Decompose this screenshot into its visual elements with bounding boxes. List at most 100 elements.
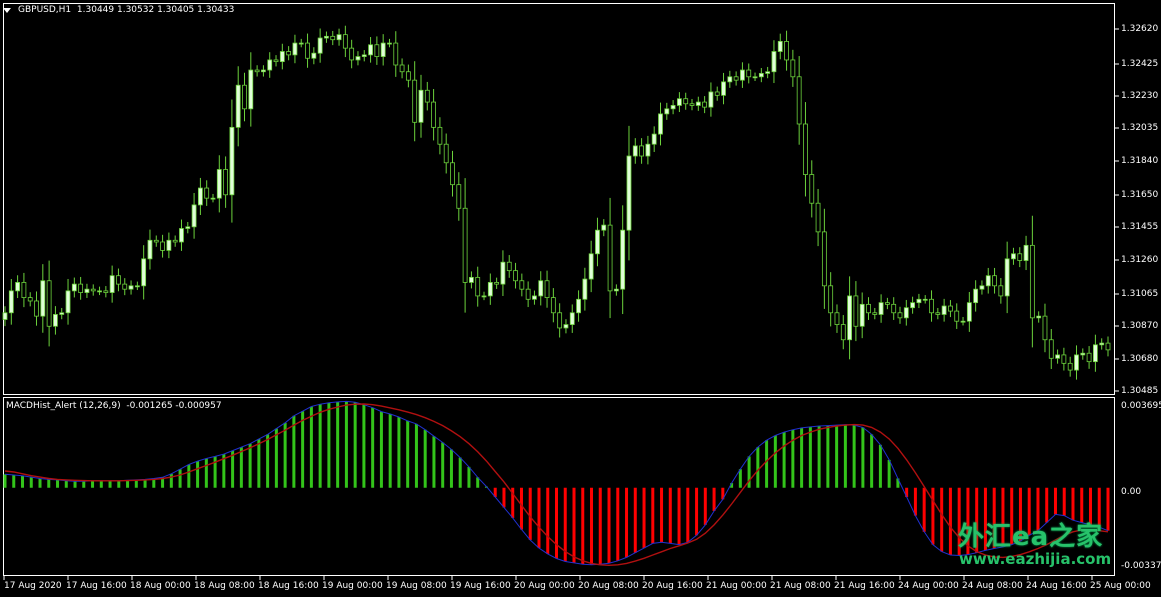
macd-bar-positive — [82, 481, 86, 488]
macd-bar-positive — [117, 480, 121, 488]
bear-candle — [116, 275, 121, 285]
bull-candle — [380, 42, 386, 57]
bear-candle — [204, 187, 210, 199]
macd-axis-label: 0.003695 — [1121, 401, 1161, 411]
macd-bar-negative — [519, 487, 523, 530]
macd-bar-positive — [406, 420, 410, 488]
bull-candle — [179, 228, 184, 243]
bull-candle — [758, 73, 764, 78]
bull-candle — [576, 298, 581, 314]
macd-bar-negative — [555, 487, 558, 559]
chart-window[interactable]: GBPUSD,H1 1.30449 1.30532 1.30405 1.3043… — [0, 0, 1161, 597]
macd-bar-negative — [660, 487, 664, 543]
bull-candle — [40, 280, 46, 317]
bull-candle — [53, 314, 58, 327]
bull-candle — [569, 312, 575, 325]
bear-candle — [1048, 339, 1054, 359]
bear-candle — [815, 202, 821, 233]
bear-candle — [1042, 315, 1048, 341]
price-axis-label: 1.30485 — [1121, 386, 1159, 396]
price-panel-frame — [3, 3, 1115, 395]
bear-candle — [948, 305, 953, 312]
bull-candle — [65, 290, 71, 314]
bear-candle — [286, 51, 292, 56]
bear-candle — [714, 91, 720, 96]
bear-candle — [790, 59, 796, 78]
watermark-chinese: 外汇ea之家 — [958, 522, 1104, 552]
macd-bar-positive — [432, 436, 436, 488]
macd-bar-positive — [64, 480, 68, 488]
macd-bar-negative — [948, 487, 952, 556]
bear-candle — [475, 276, 481, 297]
bull-candle — [71, 283, 77, 292]
bull-candle — [645, 143, 651, 157]
bear-candle — [746, 69, 752, 78]
bull-candle — [752, 76, 758, 79]
macd-histogram-layer — [3, 401, 1110, 565]
bull-candle — [317, 37, 323, 54]
bear-candle — [733, 76, 739, 81]
bear-candle — [424, 89, 430, 103]
macd-bar-positive — [835, 425, 839, 488]
price-axis-label: 1.32230 — [1121, 91, 1159, 101]
bull-candle — [878, 302, 884, 315]
bull-candle — [538, 280, 544, 297]
bull-candle — [620, 229, 626, 290]
macd-bar-negative — [1062, 487, 1066, 516]
bear-candle — [607, 224, 613, 292]
bull-candle — [210, 197, 216, 200]
bear-candle — [122, 283, 128, 290]
bull-candle — [261, 69, 266, 73]
macd-bar-negative — [712, 487, 716, 511]
macd-panel-title: MACDHist_Alert (12,26,9) -0.001265 -0.00… — [6, 401, 222, 411]
macd-bar-positive — [852, 425, 856, 488]
macd-bar-positive — [99, 480, 103, 488]
bull-candle — [2, 312, 8, 320]
macd-bar-positive — [423, 429, 427, 488]
bull-candle — [973, 288, 979, 304]
price-axis-label: 1.31840 — [1121, 156, 1159, 166]
macd-bar-positive — [878, 444, 882, 488]
bull-candle — [191, 204, 197, 228]
bear-candle — [450, 162, 455, 186]
watermark: 外汇ea之家 www.eazhijia.com — [958, 516, 1116, 574]
bear-candle — [935, 312, 941, 315]
time-axis-label: 18 Aug 16:00 — [258, 581, 319, 591]
bull-candle — [84, 288, 90, 293]
macd-bar-positive — [274, 428, 278, 488]
macd-bar-negative — [528, 487, 532, 540]
time-axis-label: 20 Aug 08:00 — [578, 581, 639, 591]
bull-candle — [695, 101, 701, 106]
time-axis-label: 19 Aug 08:00 — [386, 581, 447, 591]
bear-candle — [872, 312, 878, 315]
bear-candle — [305, 42, 310, 59]
macd-bar-negative — [633, 487, 637, 553]
macd-bar-positive — [3, 474, 7, 488]
macd-bar-positive — [56, 479, 60, 488]
chart-canvas[interactable] — [0, 0, 1161, 597]
bull-candle — [324, 35, 329, 39]
bull-candle — [267, 59, 273, 71]
candles-layer[interactable] — [2, 25, 1111, 380]
macd-bar-positive — [344, 401, 348, 488]
bear-candle — [1086, 352, 1092, 363]
bull-candle — [279, 51, 285, 63]
bear-candle — [27, 297, 33, 302]
bear-candle — [494, 282, 500, 285]
macd-bar-positive — [756, 447, 760, 488]
bull-candle — [8, 290, 14, 314]
macd-bar-positive — [196, 461, 200, 488]
bull-candle — [532, 295, 537, 300]
bear-candle — [374, 44, 380, 57]
bear-candle — [399, 64, 405, 73]
macd-bar-negative — [625, 487, 629, 558]
price-axis-label: 1.31455 — [1121, 222, 1159, 232]
bull-candle — [481, 295, 487, 298]
bull-candle — [601, 224, 607, 231]
bull-candle — [197, 187, 203, 206]
bear-candle — [1067, 362, 1073, 371]
bull-candle — [903, 307, 909, 319]
bull-candle — [147, 239, 153, 260]
bull-candle — [355, 56, 361, 61]
symbol-label: GBPUSD,H1 — [18, 5, 72, 15]
